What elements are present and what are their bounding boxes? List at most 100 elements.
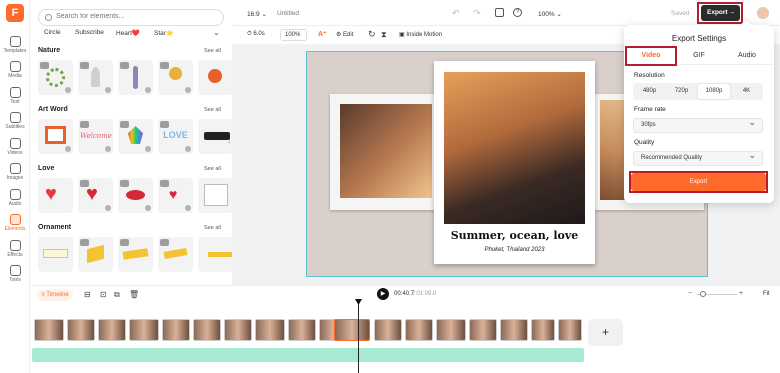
clip[interactable]: [34, 319, 64, 341]
clip[interactable]: [500, 319, 528, 341]
see-all-ornament[interactable]: See all: [204, 225, 221, 231]
search-box[interactable]: [38, 9, 224, 26]
edit-button[interactable]: ⚙ Edit: [336, 31, 353, 38]
chip-circle[interactable]: Circle: [44, 29, 61, 40]
rail-text[interactable]: Text: [0, 87, 30, 105]
element-tile[interactable]: [118, 60, 153, 95]
play-button[interactable]: ▶: [377, 288, 389, 300]
inside-motion-button[interactable]: ▣ Inside Motion: [399, 31, 442, 38]
element-tile[interactable]: [78, 237, 113, 272]
element-tile[interactable]: [118, 237, 153, 272]
fit-button[interactable]: Fit: [763, 291, 770, 297]
tab-video[interactable]: Video: [627, 47, 675, 64]
canvas-subcaption[interactable]: Phuket, Thailand 2023: [434, 247, 595, 253]
resolution-1080p[interactable]: 1080p: [698, 84, 730, 99]
canvas-caption[interactable]: Summer, ocean, love: [434, 229, 595, 242]
see-all-nature[interactable]: See all: [204, 48, 221, 54]
app-logo[interactable]: F: [6, 4, 24, 22]
rail-effects[interactable]: Effects: [0, 240, 30, 258]
zoom-select[interactable]: 100% ⌄: [538, 10, 562, 18]
rail-templates[interactable]: Templates: [0, 36, 30, 54]
zoom-slider-handle[interactable]: [700, 291, 706, 297]
element-tile[interactable]: ♥: [158, 178, 193, 213]
rail-subtitles[interactable]: Subtitles: [0, 112, 30, 130]
element-tile[interactable]: [38, 237, 73, 272]
clip[interactable]: [98, 319, 126, 341]
duration-control[interactable]: ⏱ 6.0s: [247, 31, 265, 38]
element-tile[interactable]: [198, 237, 233, 272]
element-tile[interactable]: [38, 60, 73, 95]
clip[interactable]: [469, 319, 497, 341]
tab-gif[interactable]: GIF: [675, 47, 723, 64]
resolution-4k[interactable]: 4K: [731, 84, 762, 99]
element-tile[interactable]: [198, 60, 233, 95]
element-tile[interactable]: [118, 119, 153, 154]
clip[interactable]: [255, 319, 285, 341]
clip[interactable]: [436, 319, 466, 341]
element-tile[interactable]: [158, 60, 193, 95]
search-input[interactable]: [56, 13, 216, 20]
playhead[interactable]: [358, 300, 359, 373]
avatar[interactable]: [757, 7, 769, 19]
zoom-out-icon[interactable]: −: [688, 290, 692, 297]
clip[interactable]: [405, 319, 433, 341]
photo-card-left[interactable]: [330, 94, 442, 210]
element-tile[interactable]: LOVE: [158, 119, 193, 154]
tab-audio[interactable]: Audio: [723, 47, 771, 64]
scale-select[interactable]: 100% ⌄: [280, 29, 307, 48]
zoom-in-icon[interactable]: +: [739, 290, 743, 297]
clip[interactable]: [193, 319, 221, 341]
timeline-toggle[interactable]: ≡ Timeline: [37, 289, 73, 301]
rail-videos[interactable]: Videos: [0, 138, 30, 156]
clip[interactable]: [162, 319, 190, 341]
export-button[interactable]: Export →: [701, 5, 740, 21]
clip[interactable]: [129, 319, 159, 341]
element-tile[interactable]: [118, 178, 153, 213]
element-tile[interactable]: [158, 237, 193, 272]
see-all-love[interactable]: See all: [204, 166, 221, 172]
flip-icon[interactable]: ⧗: [381, 30, 387, 40]
help-icon[interactable]: ?: [513, 8, 522, 17]
rail-tools[interactable]: Tools: [0, 265, 30, 283]
clip[interactable]: [288, 319, 316, 341]
duplicate-icon[interactable]: ⧉: [114, 290, 120, 300]
clip[interactable]: [558, 319, 582, 341]
clip[interactable]: [374, 319, 402, 341]
aspect-ratio-select[interactable]: 16:9 ⌄: [247, 10, 267, 18]
element-tile[interactable]: ♥: [38, 178, 73, 213]
crop-icon[interactable]: ⊡: [100, 290, 107, 299]
screenshot-icon[interactable]: [495, 8, 504, 17]
chip-subscribe[interactable]: Subscribe: [75, 29, 104, 40]
element-tile[interactable]: [38, 119, 73, 154]
dialog-export-button[interactable]: Export: [631, 173, 766, 191]
clip[interactable]: [224, 319, 252, 341]
see-all-art-word[interactable]: See all: [204, 107, 221, 113]
rail-elements[interactable]: Elements: [0, 214, 30, 232]
quality-select[interactable]: Recommended Quality: [633, 149, 763, 166]
element-tile[interactable]: ♥: [78, 178, 113, 213]
audio-waveform-track[interactable]: [32, 348, 584, 362]
element-tile[interactable]: Welcome: [78, 119, 113, 154]
rail-images[interactable]: Images: [0, 163, 30, 181]
rail-audio[interactable]: Audio: [0, 189, 30, 207]
rotate-icon[interactable]: ↻: [368, 29, 376, 40]
ai-icon[interactable]: A⁺: [318, 30, 327, 38]
chevron-down-icon[interactable]: ⌄: [213, 28, 220, 37]
split-icon[interactable]: ⊟: [84, 290, 91, 299]
rail-media[interactable]: Media: [0, 61, 30, 79]
chip-star[interactable]: Star⭐: [154, 29, 174, 40]
project-title[interactable]: Untitled: [277, 10, 299, 17]
clip-selected[interactable]: [334, 319, 370, 341]
redo-icon[interactable]: ↷: [473, 8, 481, 19]
chip-heart[interactable]: Heart❤️: [116, 29, 140, 40]
undo-icon[interactable]: ↶: [452, 8, 460, 19]
resolution-720p[interactable]: 720p: [666, 84, 697, 99]
element-tile[interactable]: [198, 178, 233, 213]
clip[interactable]: [531, 319, 555, 341]
framerate-select[interactable]: 30fps: [633, 116, 763, 133]
delete-icon[interactable]: 🗑: [129, 290, 139, 299]
clip[interactable]: [67, 319, 95, 341]
resolution-480p[interactable]: 480p: [634, 84, 665, 99]
element-tile[interactable]: [78, 60, 113, 95]
add-clip-button[interactable]: +: [588, 319, 623, 346]
